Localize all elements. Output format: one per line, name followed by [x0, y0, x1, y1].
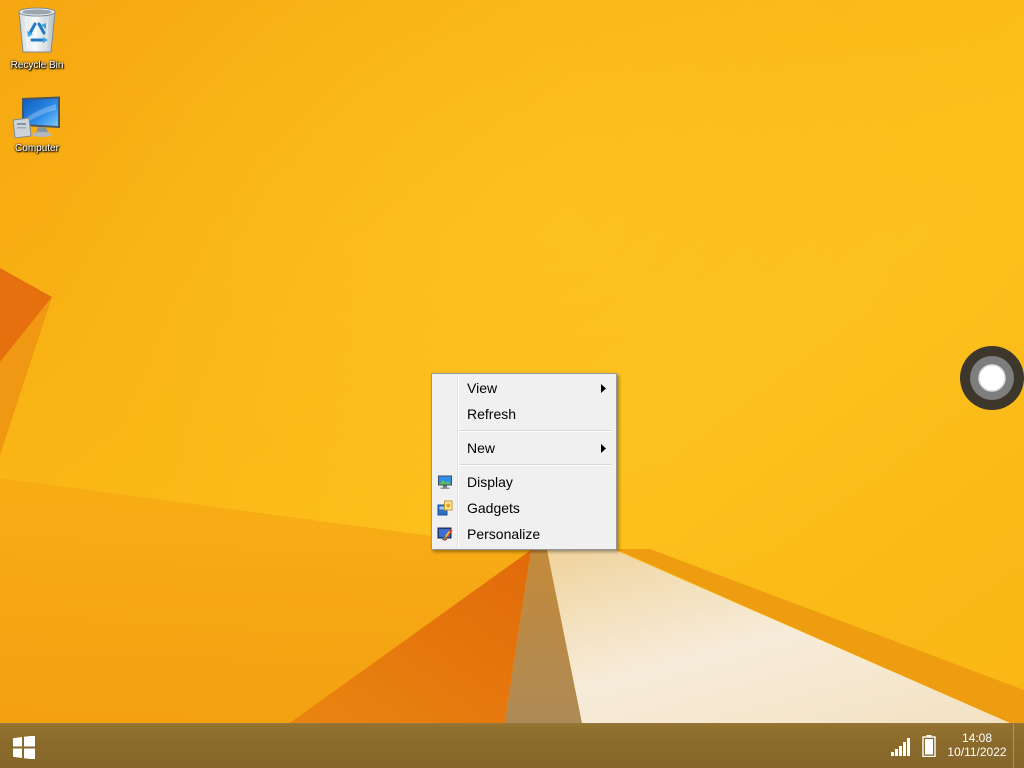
desktop-context-menu: View Refresh New Display Gadgets Persona…	[431, 373, 617, 550]
menu-separator	[459, 461, 612, 469]
menu-item-gadgets[interactable]: Gadgets	[434, 495, 614, 521]
menu-item-display[interactable]: Display	[434, 469, 614, 495]
battery-icon[interactable]	[922, 735, 936, 757]
menu-item-label: Gadgets	[467, 500, 520, 516]
clock-time: 14:08	[961, 731, 993, 745]
menu-item-label: Refresh	[467, 406, 517, 422]
desktop-icon-label: Recycle Bin	[10, 60, 64, 71]
windows-logo-icon	[13, 736, 35, 759]
menu-separator	[459, 427, 612, 435]
recycle-bin-icon	[18, 7, 56, 53]
menu-item-label: Display	[467, 474, 513, 490]
taskbar-clock[interactable]: 14:08 10/11/2022	[942, 731, 1012, 759]
start-button[interactable]	[0, 724, 48, 768]
display-icon	[437, 474, 453, 490]
menu-item-personalize[interactable]: Personalize	[434, 521, 614, 547]
desktop-icon-recycle-bin[interactable]: Recycle Bin	[1, 0, 73, 74]
gadgets-icon	[437, 500, 453, 516]
assistive-touch-icon	[960, 346, 1024, 410]
floating-touch-button[interactable]	[960, 346, 1024, 410]
clock-date: 10/11/2022	[947, 745, 1007, 759]
battery-fill	[925, 739, 933, 755]
computer-icon	[12, 96, 60, 139]
desktop-screen: Recycle Bin Computer View Refresh New Di…	[0, 0, 1024, 768]
desktop-icon-computer[interactable]: Computer	[1, 94, 73, 156]
desktop-icon-label: Computer	[15, 143, 59, 154]
submenu-arrow-icon	[601, 384, 606, 393]
submenu-arrow-icon	[601, 444, 606, 453]
menu-item-refresh[interactable]: Refresh	[434, 401, 614, 427]
menu-item-view[interactable]: View	[434, 375, 614, 401]
menu-item-label: New	[467, 440, 496, 456]
signal-strength-icon[interactable]	[889, 735, 913, 756]
taskbar: 14:08 10/11/2022	[0, 723, 1024, 768]
personalize-icon	[437, 526, 453, 542]
menu-item-new[interactable]: New	[434, 435, 614, 461]
show-desktop-button[interactable]	[1013, 724, 1024, 768]
menu-item-label: View	[467, 380, 498, 396]
menu-item-label: Personalize	[467, 526, 541, 542]
